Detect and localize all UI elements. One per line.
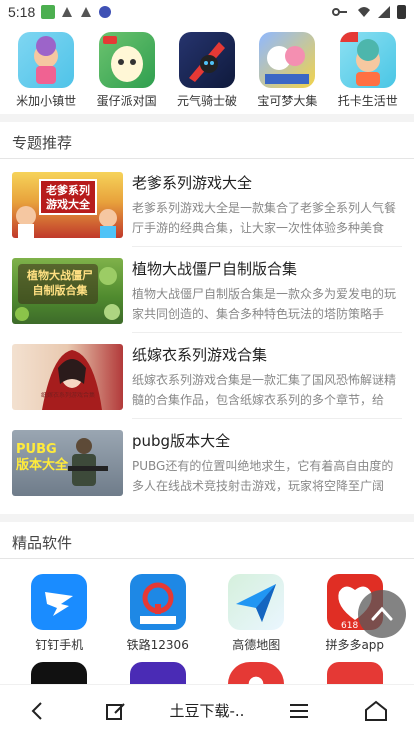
topic-thumbnail-text: 老爹系列游戏大全	[46, 184, 90, 211]
topic-thumbnail-text: PUBG 版本大全	[16, 442, 69, 473]
topic-thumbnail: 植物大战僵尸自制版合集	[12, 258, 123, 324]
section-title-topics: 专题推荐	[12, 134, 73, 152]
section-separator	[0, 514, 414, 522]
bottom-nav: 土豆下载-..	[0, 684, 414, 736]
section-separator	[0, 114, 414, 122]
topic-description: PUBG还有的位置叫绝地求生，它有着高自由度的多人在线战术竞技射击游戏，玩家将空…	[132, 459, 394, 493]
game-item[interactable]: 托卡生活世	[332, 28, 404, 110]
app-purple-icon	[129, 662, 186, 684]
pokemon-icon	[259, 32, 316, 88]
topic-name: 植物大战僵尸自制版合集	[132, 260, 298, 278]
back-to-top-button[interactable]	[358, 590, 406, 638]
game-item[interactable]: 元气骑士破	[171, 28, 243, 110]
game-label: 宝可梦大集	[257, 94, 318, 108]
status-time: 5:18	[8, 4, 36, 20]
notification-icon	[98, 5, 112, 19]
game-label: 米加小镇世	[16, 94, 77, 108]
app-red-icon	[326, 662, 383, 684]
software-label: 铁路12306	[126, 638, 189, 652]
notification-app-icon	[41, 5, 56, 19]
page-title-tab[interactable]: 土豆下载-..	[162, 691, 252, 731]
topic-thumbnail: 老爹系列游戏大全	[12, 172, 123, 238]
wifi-icon	[357, 5, 371, 19]
topic-thumbnail-text: 植物大战僵尸自制版合集	[27, 269, 93, 297]
section-title-software: 精品软件	[12, 534, 73, 552]
topic-description: 老爹系列游戏大全是一款集合了老爹全系列人气餐厅手游的经典合集，让大家一次性体验多…	[132, 201, 397, 235]
chrome-icon	[228, 662, 285, 684]
topic-description: 植物大战僵尸自制版合集是一款众多为爱发电的玩家共同创造的、集合多种特色玩法的塔防…	[132, 287, 397, 321]
edit-icon	[106, 702, 125, 720]
topic-name: 纸嫁衣系列游戏合集	[132, 346, 268, 364]
topic-name: 老爹系列游戏大全	[132, 174, 253, 192]
chevron-up-icon	[371, 606, 393, 621]
topic-item[interactable]: 植物大战僵尸自制版合集 植物大战僵尸自制版合集 植物大战僵尸自制版合集是一款众多…	[12, 258, 402, 342]
software-label: 高德地图	[232, 638, 281, 652]
software-item[interactable]: 铁路12306	[114, 574, 202, 653]
back-button[interactable]	[8, 691, 68, 731]
svg-text:618: 618	[341, 621, 358, 630]
divider	[132, 332, 402, 333]
battery-icon	[397, 5, 406, 19]
software-item[interactable]: 钉钉手机	[15, 574, 103, 653]
home-button[interactable]	[346, 691, 406, 731]
edit-button[interactable]	[85, 691, 145, 731]
topic-thumbnail: 纸嫁衣系列游戏合集	[12, 344, 123, 410]
games-row: 米加小镇世 蛋仔派对国 元气骑士破 宝可梦大集 托卡生活世	[0, 24, 414, 110]
divider	[132, 246, 402, 247]
vpn-key-icon	[332, 5, 347, 19]
menu-icon	[289, 703, 308, 718]
topic-thumbnail-text: 纸嫁衣系列游戏合集	[40, 392, 95, 399]
soul-knight-icon	[178, 32, 235, 88]
game-label: 托卡生活世	[337, 94, 398, 108]
topic-item[interactable]: PUBG 版本大全 pubg版本大全 PUBG还有的位置叫绝地求生，它有着高自由…	[12, 430, 402, 514]
cell-signal-icon	[377, 5, 391, 19]
chevron-left-icon	[31, 701, 43, 720]
software-label: 钉钉手机	[35, 638, 84, 652]
software-row: 钉钉手机 铁路12306 高德地图 618 拼多多app	[0, 574, 414, 653]
notification-icon	[79, 5, 93, 19]
software-item[interactable]: 高德地图	[212, 574, 300, 653]
topic-thumbnail: PUBG 版本大全	[12, 430, 123, 496]
egg-party-icon	[98, 32, 155, 88]
home-icon	[364, 700, 387, 721]
railway-icon	[129, 574, 186, 630]
game-item[interactable]: 米加小镇世	[10, 28, 82, 110]
topic-description: 纸嫁衣系列游戏合集是一款汇集了国风恐怖解谜精髓的合集作品，包含纸嫁衣系列的多个章…	[132, 373, 397, 407]
dingtalk-icon	[31, 574, 88, 630]
game-label: 元气骑士破	[176, 94, 237, 108]
toca-life-icon	[339, 32, 396, 88]
divider	[132, 418, 402, 419]
tiktok-icon	[31, 662, 88, 684]
topic-item[interactable]: 老爹系列游戏大全 老爹系列游戏大全 老爹系列游戏大全是一款集合了老爹全系列人气餐…	[12, 172, 402, 256]
software-label: 拼多多app	[325, 638, 385, 652]
miga-town-icon	[18, 32, 75, 88]
menu-button[interactable]	[269, 691, 329, 731]
game-item[interactable]: 宝可梦大集	[251, 28, 323, 110]
amap-icon	[228, 574, 285, 630]
topic-item[interactable]: 纸嫁衣系列游戏合集 纸嫁衣系列游戏合集 纸嫁衣系列游戏合集是一款汇集了国风恐怖解…	[12, 344, 402, 428]
game-label: 蛋仔派对国	[96, 94, 157, 108]
status-bar: 5:18	[0, 0, 414, 24]
topic-name: pubg版本大全	[132, 432, 231, 450]
game-item[interactable]: 蛋仔派对国	[91, 28, 163, 110]
notification-icon	[60, 5, 74, 19]
divider	[0, 558, 414, 559]
divider	[0, 158, 414, 159]
